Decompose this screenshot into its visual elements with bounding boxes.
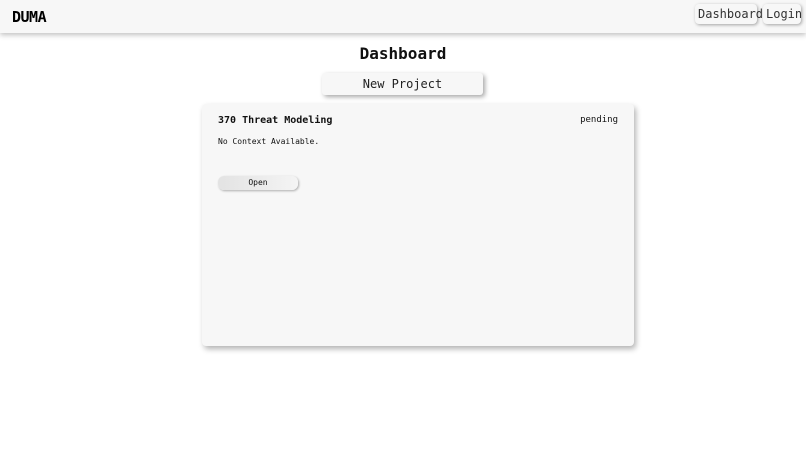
page-title: Dashboard [359,44,447,63]
project-context: No Context Available. [218,137,320,146]
top-navbar: DUMA Dashboard Login [0,0,806,33]
open-project-button[interactable]: Open [218,176,298,190]
nav-dashboard-link[interactable]: Dashboard [695,4,763,24]
new-project-button[interactable]: New Project [322,73,483,95]
project-card: 370 Threat Modeling pending No Context A… [202,104,634,346]
brand-logo[interactable]: DUMA [12,8,47,26]
project-status: pending [580,115,618,125]
nav-login-link[interactable]: Login [763,4,802,24]
project-title: 370 Threat Modeling [218,115,333,126]
